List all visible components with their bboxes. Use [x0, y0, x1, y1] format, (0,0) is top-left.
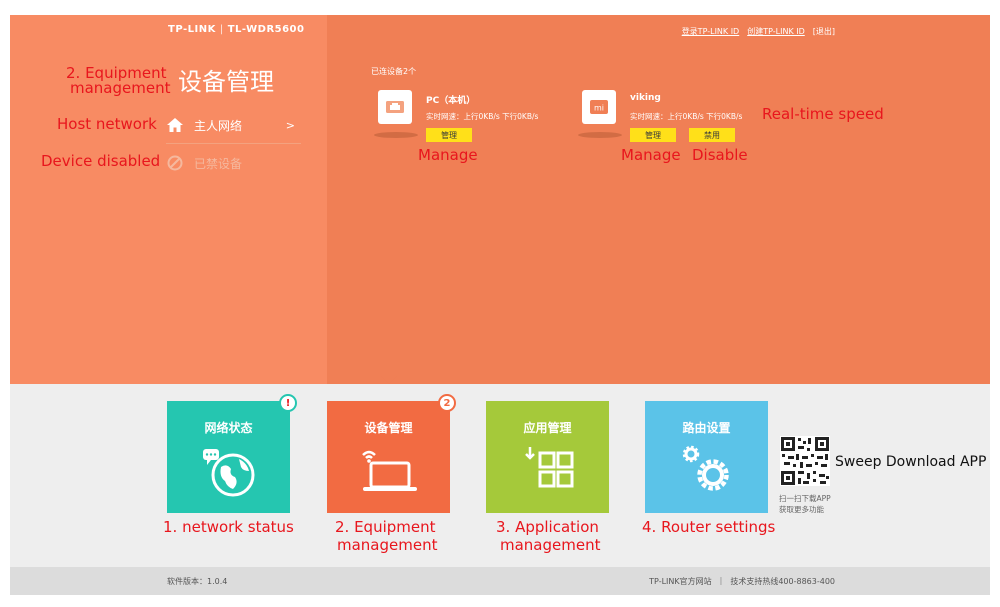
globe-icon — [167, 445, 290, 497]
qr-caption-line1: 扫一扫下载APP — [779, 494, 831, 503]
tile-label: 网络状态 — [204, 421, 253, 435]
device-speed: 实时网速：上行0KB/s 下行0KB/s — [630, 112, 743, 121]
device-shadow — [374, 132, 418, 138]
qr-caption: 扫一扫下载APP 获取更多功能 — [779, 493, 831, 515]
sidebar-item-label: 已禁设备 — [194, 156, 243, 171]
download-app-qr-code — [780, 436, 830, 486]
tile-router-settings[interactable]: 路由设置 — [645, 401, 768, 513]
brand-name: TP-LINK — [168, 24, 216, 35]
annotation-realtime-speed: Real-time speed — [762, 105, 884, 123]
device-shadow — [578, 132, 622, 138]
sidebar-item-label: 主人网络 — [194, 118, 243, 133]
annotation-tile4: 4. Router settings — [642, 518, 776, 536]
annotation-tile3: 3. Application — [496, 518, 599, 536]
chevron-right-icon: > — [285, 118, 295, 132]
tile-label: 设备管理 — [364, 421, 413, 435]
tile-label: 应用管理 — [523, 421, 572, 435]
footer: 软件版本：1.0.4 TP-LINK官方网站 | 技术支持热线400-8863-… — [10, 567, 990, 595]
annotation-tile3-line2: management — [500, 536, 601, 554]
annotation-manage: Manage — [418, 146, 478, 164]
annotation-device-disabled: Device disabled — [41, 152, 161, 170]
device-name: viking — [630, 93, 661, 103]
annotation-disable: Disable — [692, 146, 748, 164]
sidebar-item-host-network[interactable]: 主人网络 > — [166, 108, 301, 142]
active-tile-pointer — [381, 376, 397, 384]
annotation-equipment-management-line2: management — [70, 79, 171, 97]
login-tplink-id-link[interactable]: 登录TP-LINK ID — [682, 26, 740, 37]
home-icon — [166, 116, 184, 134]
sidebar-item-disabled-devices[interactable]: 已禁设备 — [166, 146, 301, 180]
annotation-tile2-line2: management — [337, 536, 438, 554]
sidebar: TP-LINK | TL-WDR5600 设备管理 主人网络 > 已禁设备 — [10, 15, 327, 384]
official-site-link[interactable]: TP-LINK官方网站 — [649, 576, 711, 587]
disable-button[interactable]: 禁用 — [689, 128, 735, 142]
tile-label: 路由设置 — [682, 421, 731, 435]
tile-network-status[interactable]: 网络状态 — [167, 401, 290, 513]
svg-text:mi: mi — [594, 104, 604, 113]
annotation-sweep-download: Sweep Download APP — [835, 454, 987, 470]
create-tplink-id-link[interactable]: 创建TP-LINK ID — [747, 26, 805, 37]
sidebar-divider — [166, 143, 301, 144]
footer-separator: | — [719, 576, 723, 585]
qr-caption-line2: 获取更多功能 — [779, 505, 824, 514]
count-badge: 2 — [438, 394, 456, 412]
page-frame: TP-LINK | TL-WDR5600 设备管理 主人网络 > 已禁设备 登录TP… — [10, 15, 990, 595]
device-name: PC（本机） — [426, 96, 476, 106]
annotation-manage: Manage — [621, 146, 681, 164]
device-speed: 实时网速：上行0KB/s 下行0KB/s — [426, 112, 539, 121]
alert-badge: ! — [279, 394, 297, 412]
gear-icon — [645, 445, 768, 497]
apps-grid-icon — [486, 445, 609, 497]
logout-link[interactable]: [退出] — [813, 26, 835, 37]
tile-application-management[interactable]: 应用管理 — [486, 401, 609, 513]
footer-links: TP-LINK官方网站 | 技术支持热线400-8863-400 — [649, 576, 835, 587]
software-version: 软件版本：1.0.4 — [167, 577, 228, 586]
tile-equipment-management[interactable]: 设备管理 — [327, 401, 450, 513]
connected-count: 已连设备2个 — [371, 67, 417, 76]
ethernet-port-icon — [378, 90, 412, 124]
annotation-tile1: 1. network status — [163, 518, 294, 536]
block-icon — [166, 154, 184, 172]
brand-logo: TP-LINK | TL-WDR5600 — [168, 24, 305, 35]
support-hotline: 技术支持热线400-8863-400 — [730, 577, 835, 586]
sidebar-title: 设备管理 — [178, 68, 274, 96]
model-name: TL-WDR5600 — [227, 24, 305, 35]
account-links: 登录TP-LINK ID 创建TP-LINK ID [退出] — [682, 26, 835, 37]
mi-logo-icon: mi — [582, 90, 616, 124]
annotation-tile2: 2. Equipment — [335, 518, 436, 536]
laptop-wifi-icon — [327, 445, 450, 497]
annotation-host-network: Host network — [57, 115, 157, 133]
manage-button[interactable]: 管理 — [426, 128, 472, 142]
manage-button[interactable]: 管理 — [630, 128, 676, 142]
